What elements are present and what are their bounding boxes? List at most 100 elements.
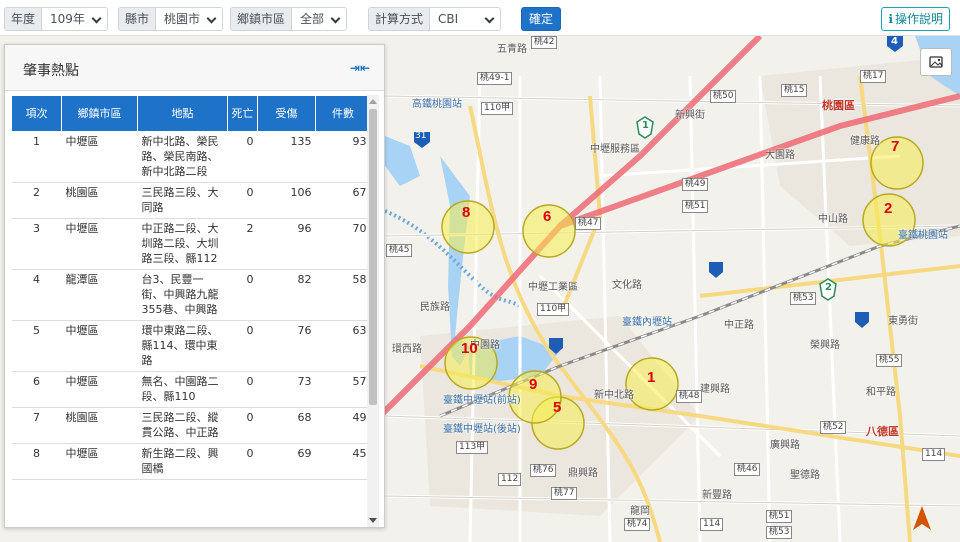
hotspot-8[interactable]: 8 — [462, 204, 470, 221]
road-tag: 桃52 — [820, 421, 847, 434]
row-deaths: 0 — [227, 269, 258, 321]
layer-toggle-button[interactable] — [920, 48, 952, 76]
label-bade: 八德區 — [866, 425, 899, 438]
road-tag: 桃50 — [710, 90, 737, 103]
row-cases: 93 — [315, 131, 371, 183]
row-cases: 63 — [315, 320, 371, 372]
label-xinxing: 新興街 — [675, 110, 705, 121]
row-district: 中壢區 — [61, 131, 138, 183]
row-deaths: 2 — [227, 218, 258, 270]
image-icon — [929, 56, 943, 68]
row-injuries: 106 — [257, 182, 316, 219]
hotspot-6[interactable]: 6 — [543, 208, 551, 225]
hotspot-table-container[interactable]: 項次 鄉鎮市區 地點 死亡 受傷 件數 1 中壢區 新中北路、榮民路、榮民南路、新中… — [11, 95, 371, 527]
road-tag: 桃74 — [624, 518, 651, 531]
row-cases: 70 — [315, 218, 371, 270]
panel-title: 肇事熱點 — [23, 63, 79, 79]
method-select[interactable]: CBI — [430, 8, 501, 30]
road-tag: 112 — [498, 473, 522, 486]
table-row[interactable]: 6 中壢區 無名、中園路二段、縣110 0 73 57 — [11, 371, 371, 408]
row-deaths: 0 — [227, 407, 258, 444]
label-wenhua: 文化路 — [612, 280, 642, 291]
row-number: 6 — [11, 371, 62, 408]
row-location: 無名、中園路二段、縣110 — [137, 371, 228, 408]
city-filter[interactable]: 縣市 桃園市 — [118, 7, 224, 31]
hotspot-10[interactable]: 10 — [461, 340, 478, 357]
collapse-icon[interactable]: ⇥⇤ — [350, 61, 370, 75]
column-header[interactable]: 受傷 — [257, 95, 316, 132]
help-button[interactable]: ℹ 操作說明 — [881, 7, 950, 31]
confirm-button[interactable]: 確定 — [521, 7, 562, 31]
row-cases: 57 — [315, 371, 371, 408]
shield-31-label: 31 — [415, 131, 427, 141]
row-location: 環中東路二段、縣114、環中東路 — [137, 320, 228, 372]
hotspot-7[interactable]: 7 — [891, 138, 899, 155]
year-label: 年度 — [5, 8, 43, 30]
method-filter[interactable]: 計算方式 CBI — [368, 7, 502, 31]
shield-2-label: 2 — [825, 282, 832, 293]
row-injuries: 76 — [257, 320, 316, 372]
row-number: 5 — [11, 320, 62, 372]
label-guangzhong: 廣興路 — [770, 440, 800, 451]
district-filter[interactable]: 鄉鎮市區 全部 — [230, 7, 348, 31]
road-tag: 桃46 — [734, 463, 761, 476]
column-header[interactable]: 地點 — [137, 95, 228, 132]
column-header[interactable]: 項次 — [11, 95, 62, 132]
road-tag: 桃51 — [682, 200, 709, 213]
scroll-thumb[interactable] — [369, 109, 377, 405]
row-deaths: 0 — [227, 320, 258, 372]
label-zhongli-service: 中壢服務區 — [590, 144, 640, 155]
hotspot-5[interactable]: 5 — [553, 399, 561, 416]
table-row[interactable]: 2 桃園區 三民路三段、大同路 0 106 67 — [11, 182, 371, 219]
row-district: 中壢區 — [61, 320, 138, 372]
column-header[interactable]: 件數 — [315, 95, 371, 132]
road-tag: 桃45 — [386, 244, 413, 257]
label-taoyuan-district: 桃園區 — [822, 99, 855, 112]
filter-toolbar: 年度 109年 縣市 桃園市 鄉鎮市區 全部 計算方式 CBI 確定 ℹ 操作說明 — [0, 0, 960, 36]
label-jiankang: 健康路 — [850, 136, 880, 147]
scroll-down-icon[interactable] — [369, 518, 377, 523]
table-row[interactable]: 3 中壢區 中正路二段、大圳路二段、大圳路三段、縣112 2 96 70 — [11, 218, 371, 270]
column-header[interactable]: 鄉鎮市區 — [61, 95, 138, 132]
row-deaths: 0 — [227, 371, 258, 408]
row-number: 3 — [11, 218, 62, 270]
road-tag: 110甲 — [537, 303, 570, 316]
row-district: 中壢區 — [61, 443, 138, 480]
year-filter[interactable]: 年度 109年 — [4, 7, 108, 31]
hotspot-1[interactable]: 1 — [647, 369, 655, 386]
row-deaths: 0 — [227, 182, 258, 219]
city-label: 縣市 — [119, 8, 157, 30]
hotspot-9[interactable]: 9 — [529, 376, 537, 393]
district-select[interactable]: 全部 — [292, 8, 347, 30]
label-xinfeng: 新豐路 — [702, 490, 732, 501]
table-row[interactable]: 7 桃園區 三民路二段、縱貫公路、中正路 0 68 49 — [11, 407, 371, 444]
label-wuquan: 五青路 — [497, 44, 527, 55]
table-row[interactable]: 1 中壢區 新中北路、榮民路、榮民南路、新中北路二段 0 135 93 — [11, 131, 371, 183]
label-zhongshan: 中山路 — [818, 214, 848, 225]
table-row[interactable]: 8 中壢區 新生路二段、興國橋 0 69 45 — [11, 443, 371, 480]
row-district: 龍潭區 — [61, 269, 138, 321]
column-header[interactable]: 死亡 — [227, 95, 258, 132]
row-injuries: 135 — [257, 131, 316, 183]
row-deaths: 0 — [227, 443, 258, 480]
row-number: 2 — [11, 182, 62, 219]
row-location: 三民路三段、大同路 — [137, 182, 228, 219]
row-number: 7 — [11, 407, 62, 444]
label-tra-taoyuan: 臺鐵桃園站 — [898, 230, 948, 241]
label-tra-neili: 臺鐵內壢站 — [622, 317, 672, 328]
road-tag: 桃15 — [781, 84, 808, 97]
table-scrollbar[interactable] — [367, 95, 379, 527]
row-district: 桃園區 — [61, 182, 138, 219]
table-row[interactable]: 5 中壢區 環中東路二段、縣114、環中東路 0 76 63 — [11, 320, 371, 372]
table-row[interactable]: 4 龍潭區 台3、民豐一街、中興路九龍355巷、中興路 0 82 58 — [11, 269, 371, 321]
row-cases: 45 — [315, 443, 371, 480]
row-district: 中壢區 — [61, 371, 138, 408]
scroll-up-icon[interactable] — [369, 99, 377, 104]
row-location: 新生路二段、興國橋 — [137, 443, 228, 480]
label-tra-zhongli-front: 臺鐵中壢站(前站) — [443, 395, 521, 406]
road-tag: 114 — [922, 448, 946, 461]
road-tag: 桃76 — [530, 464, 557, 477]
city-select[interactable]: 桃園市 — [156, 8, 223, 30]
hotspot-2[interactable]: 2 — [884, 200, 892, 217]
year-select[interactable]: 109年 — [42, 8, 107, 30]
